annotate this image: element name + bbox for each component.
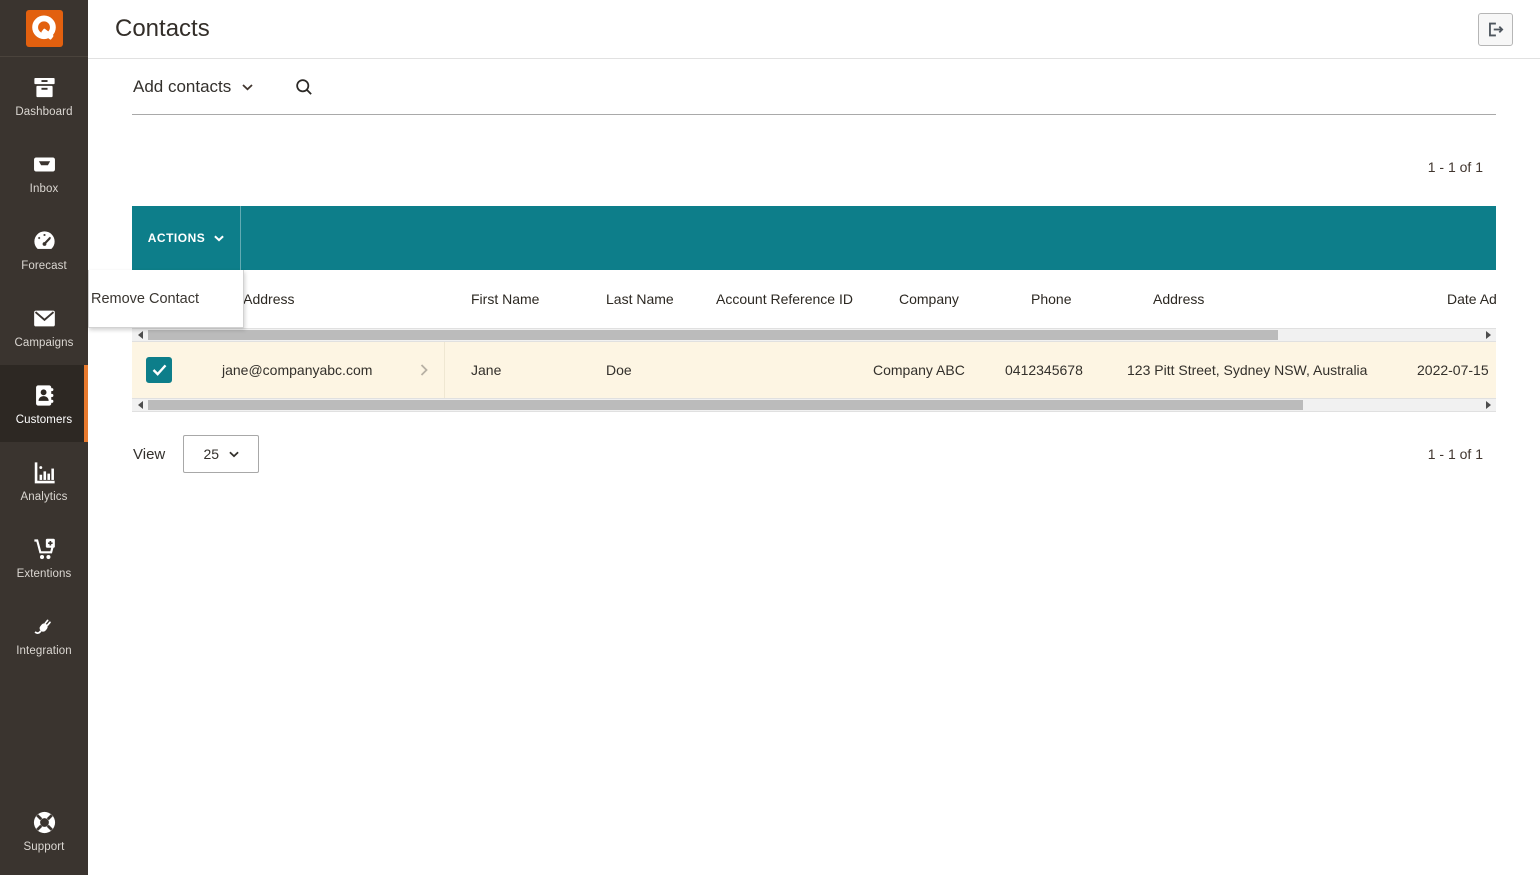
chevron-down-icon: [214, 235, 225, 242]
contacts-grid: ACTIONS Remove Contact Email Address Fir…: [88, 206, 1496, 412]
logo-block: [0, 0, 88, 57]
customers-icon: [35, 384, 53, 406]
column-header-phone[interactable]: Phone: [1005, 291, 1127, 307]
sidebar-item-label: Inbox: [29, 182, 59, 195]
page-size-select[interactable]: 25: [183, 435, 260, 473]
sidebar-item-campaigns[interactable]: Campaigns: [0, 288, 88, 365]
actions-label: ACTIONS: [147, 231, 206, 245]
scroll-left-arrow[interactable]: [132, 399, 148, 411]
sidebar-item-label: Analytics: [20, 490, 68, 503]
campaigns-icon: [33, 310, 55, 326]
sidebar-item-label: Integration: [16, 644, 72, 657]
chevron-right-icon[interactable]: [420, 364, 428, 376]
sidebar-item-support[interactable]: Support: [0, 792, 88, 869]
integration-icon: [33, 619, 51, 634]
email-value: jane@companyabc.com: [222, 362, 373, 378]
sidebar-item-label: Extentions: [16, 567, 72, 580]
sidebar-item-forecast[interactable]: Forecast: [0, 211, 88, 288]
forecast-icon: [32, 230, 56, 253]
horizontal-scrollbar-top[interactable]: [132, 328, 1496, 342]
sidebar-item-extentions[interactable]: Extentions: [0, 519, 88, 596]
header-clip: Email Address First Name Last Name Accou…: [132, 270, 1496, 328]
grid-actions-bar: ACTIONS: [132, 206, 1496, 270]
cell-address: 123 Pitt Street, Sydney NSW, Australia: [1127, 362, 1368, 378]
sidebar-item-label: Campaigns: [14, 336, 74, 349]
column-header-last-name[interactable]: Last Name: [580, 291, 690, 307]
toolbar: Add contacts: [88, 59, 1540, 115]
view-label: View: [133, 445, 166, 463]
sidebar-item-integration[interactable]: Integration: [0, 596, 88, 673]
logout-button[interactable]: [1478, 12, 1513, 46]
main-area: Contacts Add contacts 1 - 1 of 1 ACTIONS…: [88, 0, 1540, 875]
chevron-down-icon: [229, 451, 239, 457]
column-header-address[interactable]: Address: [1127, 291, 1417, 307]
cell-date-added: 2022-07-15: [1417, 362, 1489, 378]
row-checkbox[interactable]: [146, 357, 172, 383]
scroll-right-arrow[interactable]: [1480, 329, 1496, 341]
record-count-bottom: 1 - 1 of 1: [1427, 446, 1483, 462]
scrollbar-thumb[interactable]: [148, 330, 1278, 340]
add-contacts-label: Add contacts: [133, 77, 232, 96]
cell-email: jane@companyabc.com: [180, 342, 445, 398]
support-icon: [33, 811, 55, 833]
dashboard-icon: [33, 77, 55, 97]
page-size-value: 25: [203, 446, 220, 462]
add-contacts-button[interactable]: Add contacts: [133, 77, 253, 97]
sidebar-item-analytics[interactable]: Analytics: [0, 442, 88, 519]
extentions-icon: [33, 538, 55, 559]
sidebar-item-label: Dashboard: [15, 105, 73, 118]
column-header-first-name[interactable]: First Name: [445, 291, 580, 307]
actions-dropdown-button[interactable]: ACTIONS: [132, 206, 241, 270]
sidebar-item-customers[interactable]: Customers: [0, 365, 88, 442]
sidebar-item-dashboard[interactable]: Dashboard: [0, 57, 88, 134]
menu-item-remove-contact[interactable]: Remove Contact: [89, 291, 199, 307]
app-logo[interactable]: [25, 9, 63, 47]
checkmark-icon: [152, 364, 166, 376]
grid-footer: View 25 1 - 1 of 1: [132, 435, 1496, 473]
body-clip: jane@companyabc.com Jane Doe Company ABC…: [132, 342, 1496, 398]
horizontal-scrollbar-bottom[interactable]: [132, 398, 1496, 412]
sidebar-item-label: Forecast: [21, 259, 67, 272]
table-row[interactable]: jane@companyabc.com Jane Doe Company ABC…: [132, 342, 1496, 398]
column-header-date-added[interactable]: Date Added: [1417, 291, 1496, 307]
inbox-icon: [33, 157, 55, 171]
row-select-cell: [132, 357, 180, 383]
column-header-account-reference-id[interactable]: Account Reference ID: [690, 291, 873, 307]
content-area: 1 - 1 of 1 ACTIONS Remove Contact Email …: [88, 115, 1540, 473]
page-title: Contacts: [115, 15, 210, 42]
sidebar-item-label: Support: [23, 840, 65, 853]
scroll-right-arrow[interactable]: [1480, 399, 1496, 411]
top-bar: Contacts: [88, 0, 1540, 59]
cell-first-name: Jane: [471, 362, 502, 378]
actions-menu: Remove Contact: [88, 270, 244, 328]
cell-phone: 0412345678: [1005, 362, 1083, 378]
record-count-top: 1 - 1 of 1: [1427, 159, 1483, 175]
cell-company: Company ABC: [873, 362, 965, 378]
column-header-company[interactable]: Company: [873, 291, 1005, 307]
search-button[interactable]: [294, 77, 315, 98]
analytics-icon: [34, 461, 55, 483]
sidebar: Dashboard Inbox Forecast Campaigns Custo…: [0, 0, 88, 875]
grid-header-row: Email Address First Name Last Name Accou…: [132, 270, 1496, 328]
logout-icon: [1489, 22, 1504, 36]
cell-last-name: Doe: [606, 362, 632, 378]
q-logo-icon: [32, 15, 56, 40]
scrollbar-thumb[interactable]: [148, 400, 1303, 410]
scroll-left-arrow[interactable]: [132, 329, 148, 341]
search-icon: [296, 78, 313, 95]
sidebar-item-label: Customers: [15, 413, 73, 426]
sidebar-item-inbox[interactable]: Inbox: [0, 134, 88, 211]
chevron-down-icon: [242, 83, 253, 91]
